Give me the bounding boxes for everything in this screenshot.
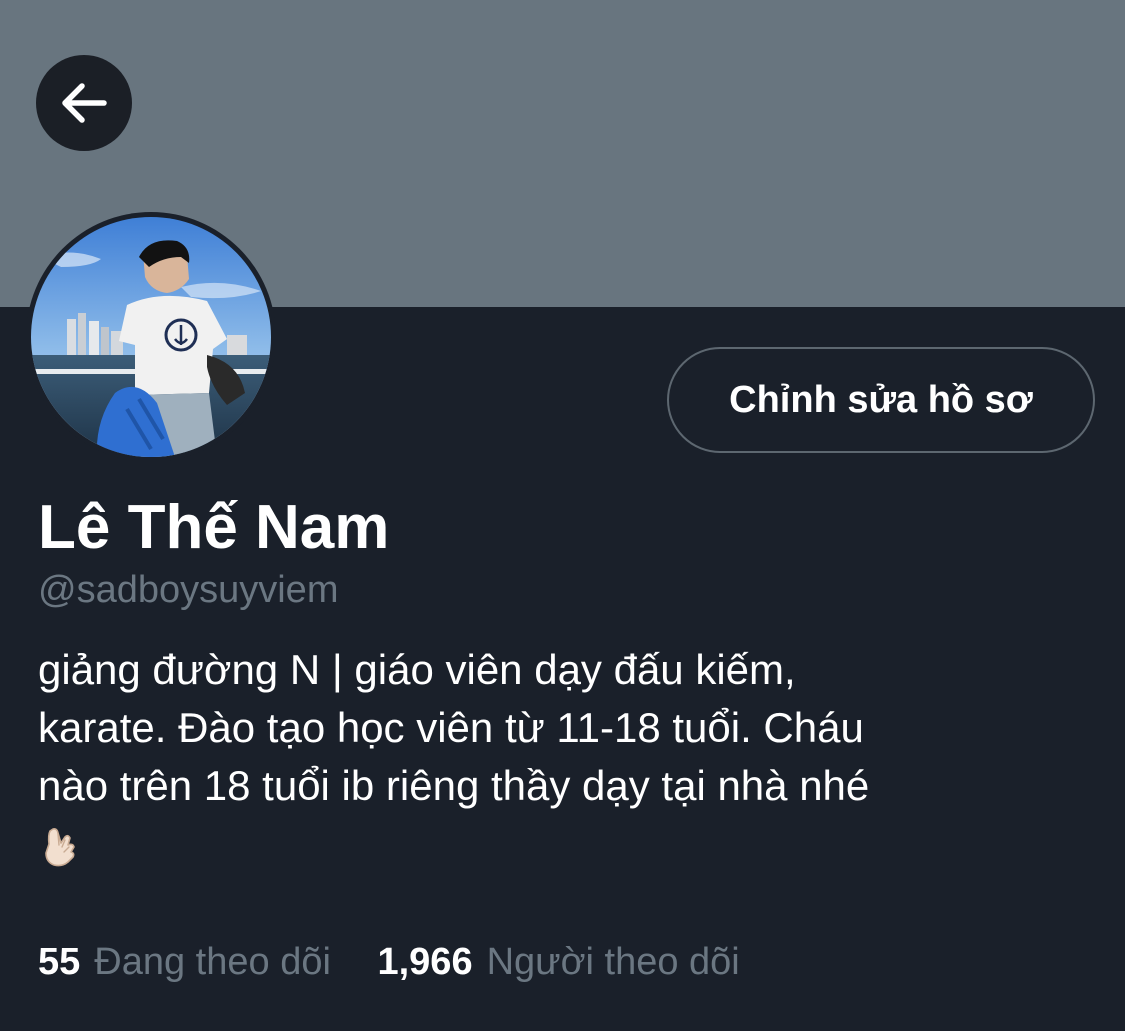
profile-page: Chỉnh sửa hồ sơ Lê Thế Nam @sadboysuyvie… xyxy=(0,0,1125,1031)
edit-profile-label: Chỉnh sửa hồ sơ xyxy=(729,378,1033,421)
follow-stats: 55 Đang theo dõi 1,966 Người theo dõi xyxy=(38,936,740,988)
edit-profile-button[interactable]: Chỉnh sửa hồ sơ xyxy=(667,347,1095,453)
followers-count: 1,966 xyxy=(377,941,473,983)
bio-line-2: karate. Đào tạo học viên từ 11-18 tuổi. … xyxy=(38,704,864,751)
followers-label: Người theo dõi xyxy=(486,941,740,983)
avatar[interactable] xyxy=(26,212,276,462)
bio-line-1: giảng đường N | giáo viên dạy đấu kiếm, xyxy=(38,646,796,693)
display-name: Lê Thế Nam xyxy=(38,493,390,562)
back-button[interactable] xyxy=(36,55,132,151)
following-count: 55 xyxy=(38,941,81,983)
profile-photo xyxy=(31,217,271,457)
followers-stat[interactable]: 1,966 Người theo dõi xyxy=(377,936,739,988)
bio-line-3: nào trên 18 tuổi ib riêng thầy dạy tại n… xyxy=(38,762,870,809)
hand-emoji-icon xyxy=(45,828,75,867)
arrow-left-icon xyxy=(62,83,107,123)
following-stat[interactable]: 55 Đang theo dõi xyxy=(38,936,331,988)
username-handle: @sadboysuyviem xyxy=(38,569,339,611)
following-label: Đang theo dõi xyxy=(94,941,331,983)
profile-bio: giảng đường N | giáo viên dạy đấu kiếm, … xyxy=(38,641,1098,869)
